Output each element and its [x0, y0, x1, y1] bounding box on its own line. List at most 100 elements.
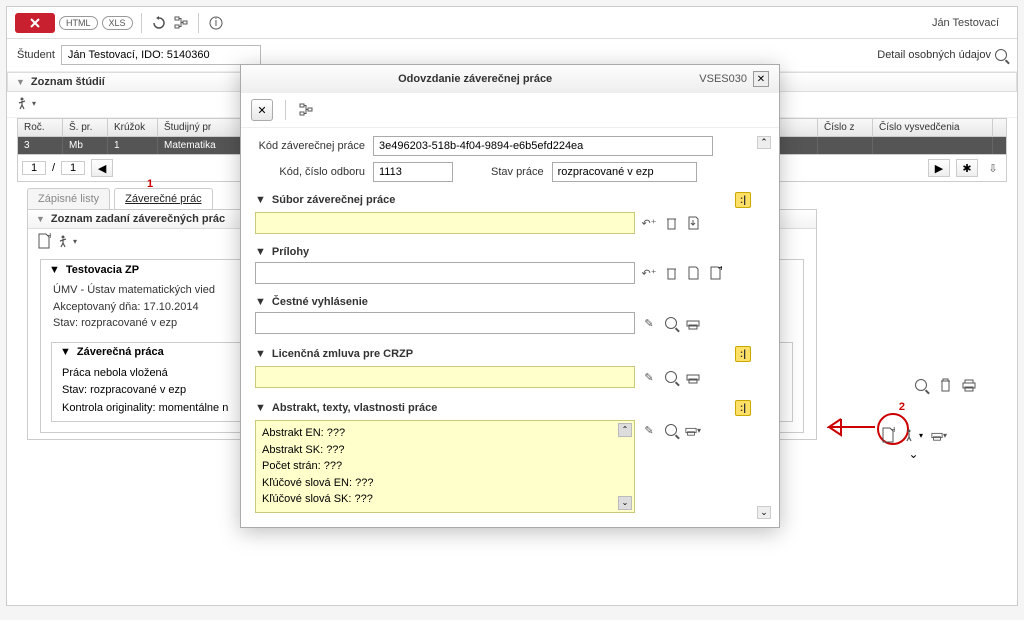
- abstract-en: Abstrakt EN: ???: [262, 425, 628, 442]
- right-toolbar: [913, 377, 977, 393]
- modal-toolbar: ✕: [241, 93, 779, 128]
- section-cestne: Čestné vyhlásenie: [272, 296, 368, 308]
- inner-scrollbar[interactable]: ⌃⌄: [618, 423, 632, 510]
- annotation-arrow: [827, 415, 877, 439]
- annotation-number-2: 2: [899, 401, 905, 413]
- status-sad-icon: :|: [735, 192, 751, 208]
- upload-icon[interactable]: ↶⁺: [641, 215, 657, 231]
- stav-input[interactable]: [552, 162, 697, 182]
- cell-spr: Mb: [63, 137, 108, 154]
- upload-icon[interactable]: ↶⁺: [641, 265, 657, 281]
- abstract-sk: Abstrakt SK: ???: [262, 442, 628, 459]
- close-app-button[interactable]: [15, 13, 55, 33]
- tab-zapisne-listy[interactable]: Zápisné listy: [27, 188, 110, 209]
- kod-label: Kód záverečnej práce: [255, 140, 365, 152]
- svg-text:i: i: [214, 17, 216, 29]
- print-icon[interactable]: [685, 369, 701, 385]
- download-icon[interactable]: [685, 265, 701, 281]
- status-sad-icon: :|: [735, 400, 751, 416]
- modal-code: VSES030: [699, 73, 747, 85]
- studies-title: Zoznam štúdií: [31, 76, 105, 88]
- status-sad-icon: :|: [735, 346, 751, 362]
- svg-text:+: +: [47, 233, 51, 242]
- chevron-down-icon[interactable]: ⌄: [908, 447, 918, 461]
- scroll-down-icon[interactable]: ⌄: [757, 506, 771, 519]
- abstract-box[interactable]: Abstrakt EN: ??? Abstrakt SK: ??? Počet …: [255, 420, 635, 513]
- trash-icon[interactable]: [663, 265, 679, 281]
- kod-input[interactable]: [373, 136, 713, 156]
- student-input[interactable]: [61, 45, 261, 65]
- grid-settings-button[interactable]: ✱: [956, 159, 978, 177]
- page-prev-button[interactable]: ◀: [91, 159, 113, 177]
- print-dropdown-icon[interactable]: ▾: [931, 427, 947, 443]
- refresh-icon[interactable]: [150, 14, 168, 32]
- page-total: 1: [61, 161, 85, 175]
- section-abstrakt: Abstrakt, texty, vlastnosti práce: [272, 402, 437, 414]
- tree-icon[interactable]: [298, 102, 314, 118]
- modal-scrollbar[interactable]: ⌃ ⌄: [757, 136, 771, 519]
- zoom-icon[interactable]: [663, 422, 679, 438]
- cell-kruzok: 1: [108, 137, 158, 154]
- add-document-icon[interactable]: +: [880, 427, 896, 443]
- odbor-input[interactable]: [373, 162, 453, 182]
- col-program: Študijný pr: [158, 119, 248, 136]
- edit-icon[interactable]: ✎: [641, 315, 657, 331]
- run-action-icon[interactable]: ▾: [17, 96, 36, 110]
- trash-icon[interactable]: [937, 377, 953, 393]
- edit-icon[interactable]: ✎: [641, 422, 657, 438]
- print-icon[interactable]: [685, 315, 701, 331]
- zoom-icon[interactable]: [663, 369, 679, 385]
- subor-field[interactable]: [255, 212, 635, 234]
- modal-close-button[interactable]: ✕: [753, 71, 769, 87]
- page-next-button[interactable]: ▶: [928, 159, 950, 177]
- add-document-icon[interactable]: +: [707, 265, 723, 281]
- keywords-en: Kľúčové slová EN: ???: [262, 475, 628, 492]
- zoom-icon[interactable]: [663, 315, 679, 331]
- separator: [198, 13, 199, 33]
- tab-zaverecne-prace[interactable]: Záverečné prác: [114, 188, 212, 209]
- collapse-icon[interactable]: ▼: [49, 264, 60, 276]
- modal-cancel-button[interactable]: ✕: [251, 99, 273, 121]
- modal-body: ⌃ ⌄ Kód záverečnej práce Kód, číslo odbo…: [241, 128, 779, 527]
- cell-program: Matematika: [158, 137, 248, 154]
- right-toolbar-2: + ▾ ▾ ⌄: [880, 427, 947, 461]
- collapse-icon[interactable]: ▼: [36, 214, 45, 224]
- cestne-field[interactable]: [255, 312, 635, 334]
- search-icon: [995, 49, 1007, 61]
- modal-titlebar: Odovzdanie záverečnej práce VSES030 ✕: [241, 65, 779, 93]
- tree-icon[interactable]: [172, 14, 190, 32]
- info-icon[interactable]: i: [207, 14, 225, 32]
- export-html-button[interactable]: HTML: [59, 16, 98, 30]
- detail-link[interactable]: Detail osobných údajov: [877, 49, 1007, 61]
- modal-title: Odovzdanie záverečnej práce: [251, 73, 699, 85]
- collapse-icon[interactable]: ▼: [60, 346, 71, 358]
- arrow-down-icon[interactable]: ⇩: [984, 159, 1002, 177]
- section-subor: Súbor záverečnej práce: [272, 194, 396, 206]
- zoom-icon[interactable]: [913, 377, 929, 393]
- licencna-field[interactable]: [255, 366, 635, 388]
- print-dropdown-icon[interactable]: ▾: [685, 422, 701, 438]
- section-licencna: Licenčná zmluva pre CRZP: [272, 348, 413, 360]
- col-vysved: Číslo vysvedčenia: [873, 119, 993, 136]
- edit-icon[interactable]: ✎: [641, 369, 657, 385]
- download-icon[interactable]: [685, 215, 701, 231]
- print-icon[interactable]: [961, 377, 977, 393]
- trash-icon[interactable]: [663, 215, 679, 231]
- thesis-title: Záverečná práca: [77, 346, 164, 358]
- export-xls-button[interactable]: XLS: [102, 16, 133, 30]
- main-toolbar: HTML XLS i Ján Testovací: [7, 7, 1017, 39]
- prilohy-field[interactable]: [255, 262, 635, 284]
- scroll-up-icon[interactable]: ⌃: [757, 136, 771, 149]
- tab-annotation-1: 1: [147, 178, 153, 190]
- collapse-icon[interactable]: ▼: [16, 77, 25, 87]
- run-action-icon[interactable]: ▾: [904, 428, 923, 442]
- detail-link-label: Detail osobných údajov: [877, 49, 991, 61]
- submit-thesis-modal: Odovzdanie záverečnej práce VSES030 ✕ ✕ …: [240, 64, 780, 528]
- cell-roc: 3: [18, 137, 63, 154]
- col-kruzok: Krúžok: [108, 119, 158, 136]
- run-action-icon[interactable]: ▾: [58, 233, 77, 249]
- add-document-icon[interactable]: +: [36, 233, 52, 249]
- col-cisloz: Číslo z: [818, 119, 873, 136]
- col-roc: Roč.: [18, 119, 63, 136]
- keywords-sk: Kľúčové slová SK: ???: [262, 491, 628, 508]
